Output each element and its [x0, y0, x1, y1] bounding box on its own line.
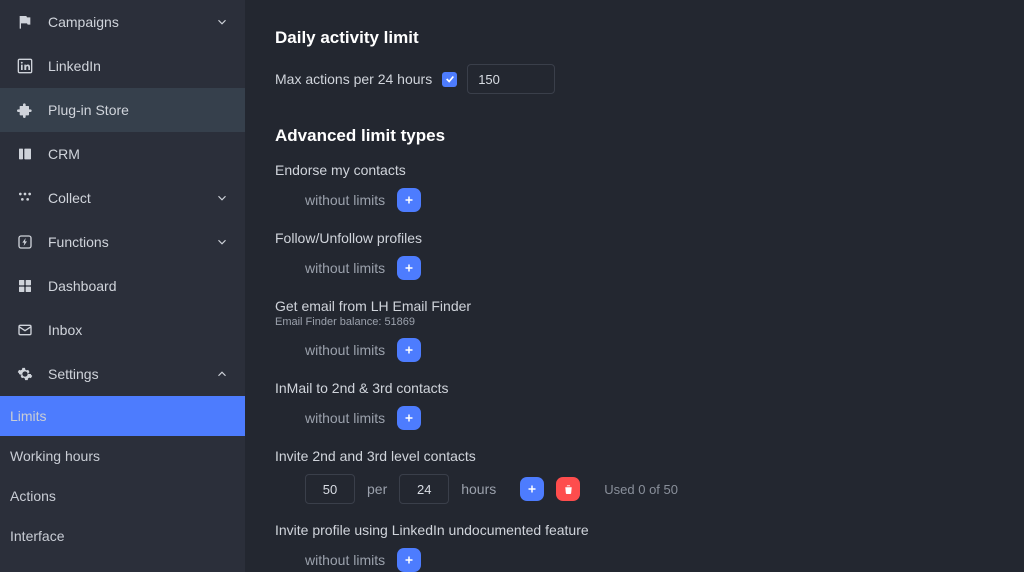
chevron-down-icon [215, 191, 229, 205]
add-limit-button[interactable] [397, 548, 421, 572]
without-limits-text: without limits [305, 192, 385, 208]
sidebar-label: Functions [48, 234, 109, 250]
flag-icon [16, 13, 34, 31]
limit-subtitle: Email Finder balance: 51869 [275, 316, 1024, 328]
limit-block-inmail: InMail to 2nd & 3rd contacts without lim… [275, 380, 1024, 430]
limit-qty-input[interactable] [305, 474, 355, 504]
sidebar-item-functions[interactable]: Functions [0, 220, 245, 264]
add-limit-button[interactable] [397, 256, 421, 280]
limit-block-invite-undocumented: Invite profile using LinkedIn undocument… [275, 522, 1024, 572]
limit-title: Endorse my contacts [275, 162, 1024, 178]
sidebar-sub-label: Working hours [10, 448, 100, 464]
sidebar-label: LinkedIn [48, 58, 101, 74]
sidebar-sub-label: Limits [10, 408, 47, 424]
add-limit-button[interactable] [397, 406, 421, 430]
sidebar-subitem-working-hours[interactable]: Working hours [0, 436, 245, 476]
limit-row: without limits [305, 188, 1024, 212]
without-limits-text: without limits [305, 342, 385, 358]
limit-block-invite-2nd-3rd: Invite 2nd and 3rd level contacts per ho… [275, 448, 1024, 504]
limit-row: per hours Used 0 of 50 [305, 474, 1024, 504]
limit-title: InMail to 2nd & 3rd contacts [275, 380, 1024, 396]
daily-activity-row: Max actions per 24 hours [275, 64, 1024, 94]
sidebar-item-linkedin[interactable]: LinkedIn [0, 44, 245, 88]
linkedin-icon [16, 57, 34, 75]
used-text: Used 0 of 50 [604, 482, 678, 497]
limit-row: without limits [305, 256, 1024, 280]
sidebar-subitem-actions[interactable]: Actions [0, 476, 245, 516]
limit-row: without limits [305, 548, 1024, 572]
sidebar-item-inbox[interactable]: Inbox [0, 308, 245, 352]
nodes-icon [16, 189, 34, 207]
gear-icon [16, 365, 34, 383]
limit-row: without limits [305, 406, 1024, 430]
sidebar-label: Campaigns [48, 14, 119, 30]
sidebar-item-plugin-store[interactable]: Plug-in Store [0, 88, 245, 132]
bolt-icon [16, 233, 34, 251]
grid-icon [16, 277, 34, 295]
sidebar-item-collect[interactable]: Collect [0, 176, 245, 220]
limit-block-endorse: Endorse my contacts without limits [275, 162, 1024, 212]
sidebar: Campaigns LinkedIn Plug-in Store CRM Col… [0, 0, 245, 572]
sidebar-subitem-limits[interactable]: Limits [0, 396, 245, 436]
chevron-up-icon [215, 367, 229, 381]
sidebar-item-crm[interactable]: CRM [0, 132, 245, 176]
limit-title: Follow/Unfollow profiles [275, 230, 1024, 246]
add-limit-button[interactable] [397, 338, 421, 362]
daily-activity-label: Max actions per 24 hours [275, 71, 432, 87]
sidebar-subitem-interface[interactable]: Interface [0, 516, 245, 556]
add-limit-button[interactable] [520, 477, 544, 501]
sidebar-label: Plug-in Store [48, 102, 129, 118]
sidebar-item-campaigns[interactable]: Campaigns [0, 0, 245, 44]
sidebar-item-dashboard[interactable]: Dashboard [0, 264, 245, 308]
sidebar-sub-label: Actions [10, 488, 56, 504]
sidebar-label: Dashboard [48, 278, 117, 294]
mail-icon [16, 321, 34, 339]
limit-title: Get email from LH Email Finder [275, 298, 1024, 314]
sidebar-label: Collect [48, 190, 91, 206]
chevron-down-icon [215, 15, 229, 29]
advanced-limits-title: Advanced limit types [275, 126, 1024, 146]
daily-activity-input[interactable] [467, 64, 555, 94]
limit-row: without limits [305, 338, 1024, 362]
without-limits-text: without limits [305, 552, 385, 568]
sidebar-label: Settings [48, 366, 99, 382]
sidebar-label: Inbox [48, 322, 82, 338]
chevron-down-icon [215, 235, 229, 249]
without-limits-text: without limits [305, 260, 385, 276]
hours-text: hours [461, 481, 496, 497]
sidebar-label: CRM [48, 146, 80, 162]
delete-limit-button[interactable] [556, 477, 580, 501]
limit-interval-input[interactable] [399, 474, 449, 504]
add-limit-button[interactable] [397, 188, 421, 212]
main-panel: Daily activity limit Max actions per 24 … [245, 0, 1024, 572]
daily-activity-checkbox[interactable] [442, 72, 457, 87]
layout-icon [16, 145, 34, 163]
limit-block-email-finder: Get email from LH Email Finder Email Fin… [275, 298, 1024, 362]
limit-title: Invite profile using LinkedIn undocument… [275, 522, 1024, 538]
sidebar-item-settings[interactable]: Settings [0, 352, 245, 396]
limit-title: Invite 2nd and 3rd level contacts [275, 448, 1024, 464]
per-text: per [367, 481, 387, 497]
daily-activity-title: Daily activity limit [275, 28, 1024, 48]
sidebar-sub-label: Interface [10, 528, 64, 544]
limit-block-follow: Follow/Unfollow profiles without limits [275, 230, 1024, 280]
without-limits-text: without limits [305, 410, 385, 426]
puzzle-icon [16, 101, 34, 119]
